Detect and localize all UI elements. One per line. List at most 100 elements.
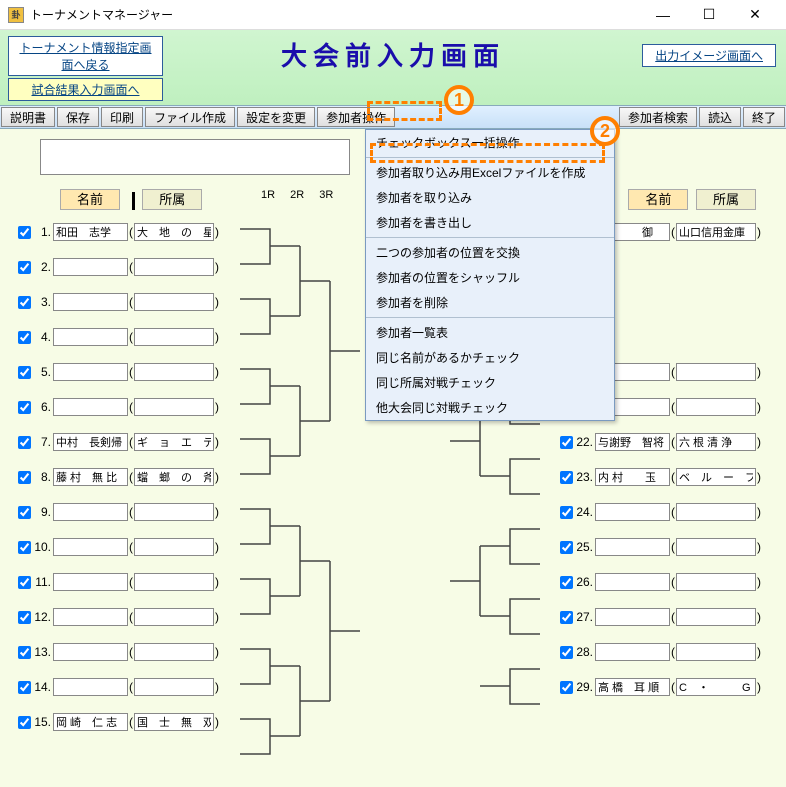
affiliation-input[interactable] bbox=[134, 678, 214, 696]
affiliation-input[interactable] bbox=[676, 678, 756, 696]
name-input[interactable] bbox=[595, 433, 670, 451]
entry-checkbox[interactable] bbox=[18, 576, 31, 589]
affiliation-input[interactable] bbox=[676, 608, 756, 626]
name-input[interactable] bbox=[595, 503, 670, 521]
top-left-textarea[interactable] bbox=[40, 139, 350, 175]
affiliation-input[interactable] bbox=[134, 223, 214, 241]
entry-checkbox[interactable] bbox=[18, 296, 31, 309]
name-input[interactable] bbox=[53, 293, 128, 311]
entry-checkbox[interactable] bbox=[18, 611, 31, 624]
entry-checkbox[interactable] bbox=[18, 716, 31, 729]
menu-duplicate-name-check[interactable]: 同じ名前があるかチェック bbox=[366, 345, 614, 370]
entry-checkbox[interactable] bbox=[560, 506, 573, 519]
affiliation-input[interactable] bbox=[676, 538, 756, 556]
name-input[interactable] bbox=[53, 713, 128, 731]
affiliation-input[interactable] bbox=[134, 643, 214, 661]
entry-checkbox[interactable] bbox=[18, 331, 31, 344]
exit-button[interactable]: 終了 bbox=[743, 107, 785, 127]
load-button[interactable]: 読込 bbox=[699, 107, 741, 127]
entry-checkbox[interactable] bbox=[18, 226, 31, 239]
entry-checkbox[interactable] bbox=[560, 541, 573, 554]
participant-ops-button[interactable]: 参加者操作 bbox=[317, 107, 395, 127]
affiliation-input[interactable] bbox=[676, 643, 756, 661]
back-to-info-button[interactable]: トーナメント情報指定画面へ戻る bbox=[8, 36, 163, 76]
close-button[interactable]: ✕ bbox=[732, 0, 778, 30]
entry-checkbox[interactable] bbox=[560, 681, 573, 694]
affiliation-input[interactable] bbox=[134, 713, 214, 731]
name-input[interactable] bbox=[53, 328, 128, 346]
name-input[interactable] bbox=[53, 643, 128, 661]
save-button[interactable]: 保存 bbox=[57, 107, 99, 127]
affiliation-input[interactable] bbox=[134, 608, 214, 626]
entry-checkbox[interactable] bbox=[560, 611, 573, 624]
affiliation-input[interactable] bbox=[134, 258, 214, 276]
minimize-button[interactable]: — bbox=[640, 0, 686, 30]
affiliation-input[interactable] bbox=[676, 363, 756, 381]
menu-make-excel[interactable]: 参加者取り込み用Excelファイルを作成 bbox=[366, 160, 614, 185]
participant-search-button[interactable]: 参加者検索 bbox=[619, 107, 697, 127]
entry-checkbox[interactable] bbox=[560, 471, 573, 484]
name-input[interactable] bbox=[53, 398, 128, 416]
entry-checkbox[interactable] bbox=[18, 506, 31, 519]
make-file-button[interactable]: ファイル作成 bbox=[145, 107, 235, 127]
affiliation-input[interactable] bbox=[134, 328, 214, 346]
menu-export[interactable]: 参加者を書き出し bbox=[366, 210, 614, 235]
name-input[interactable] bbox=[53, 503, 128, 521]
entry-row: 24.() bbox=[560, 501, 762, 523]
affiliation-input[interactable] bbox=[134, 398, 214, 416]
name-input[interactable] bbox=[595, 643, 670, 661]
affiliation-input[interactable] bbox=[676, 573, 756, 591]
name-input[interactable] bbox=[53, 538, 128, 556]
to-output-image-button[interactable]: 出力イメージ画面へ bbox=[642, 44, 776, 67]
entry-checkbox[interactable] bbox=[18, 681, 31, 694]
entry-checkbox[interactable] bbox=[560, 436, 573, 449]
name-input[interactable] bbox=[595, 678, 670, 696]
name-input[interactable] bbox=[595, 608, 670, 626]
affiliation-input[interactable] bbox=[676, 398, 756, 416]
entry-checkbox[interactable] bbox=[18, 366, 31, 379]
name-input[interactable] bbox=[595, 573, 670, 591]
menu-same-affiliation-check[interactable]: 同じ所属対戦チェック bbox=[366, 370, 614, 395]
entry-checkbox[interactable] bbox=[560, 576, 573, 589]
entry-checkbox[interactable] bbox=[18, 541, 31, 554]
name-input[interactable] bbox=[53, 573, 128, 591]
menu-checkbox-bulk[interactable]: チェックボックス一括操作 bbox=[366, 130, 614, 155]
menu-delete[interactable]: 参加者を削除 bbox=[366, 290, 614, 315]
name-input[interactable] bbox=[53, 433, 128, 451]
menu-list[interactable]: 参加者一覧表 bbox=[366, 320, 614, 345]
print-button[interactable]: 印刷 bbox=[101, 107, 143, 127]
name-input[interactable] bbox=[53, 363, 128, 381]
name-input[interactable] bbox=[53, 678, 128, 696]
entry-checkbox[interactable] bbox=[18, 646, 31, 659]
entry-checkbox[interactable] bbox=[18, 401, 31, 414]
entry-checkbox[interactable] bbox=[18, 471, 31, 484]
name-input[interactable] bbox=[53, 258, 128, 276]
name-input[interactable] bbox=[53, 468, 128, 486]
maximize-button[interactable]: ☐ bbox=[686, 0, 732, 30]
affiliation-input[interactable] bbox=[134, 538, 214, 556]
change-settings-button[interactable]: 設定を変更 bbox=[237, 107, 315, 127]
menu-shuffle[interactable]: 参加者の位置をシャッフル bbox=[366, 265, 614, 290]
manual-button[interactable]: 説明書 bbox=[1, 107, 55, 127]
menu-import[interactable]: 参加者を取り込み bbox=[366, 185, 614, 210]
menu-other-tournament-check[interactable]: 他大会同じ対戦チェック bbox=[366, 395, 614, 420]
affiliation-input[interactable] bbox=[676, 433, 756, 451]
affiliation-input[interactable] bbox=[676, 468, 756, 486]
menu-swap[interactable]: 二つの参加者の位置を交換 bbox=[366, 240, 614, 265]
name-input[interactable] bbox=[53, 223, 128, 241]
affiliation-input[interactable] bbox=[134, 293, 214, 311]
entry-checkbox[interactable] bbox=[18, 436, 31, 449]
affiliation-input[interactable] bbox=[134, 503, 214, 521]
affiliation-input[interactable] bbox=[134, 433, 214, 451]
affiliation-input[interactable] bbox=[134, 363, 214, 381]
to-result-input-button[interactable]: 試合結果入力画面へ bbox=[8, 78, 163, 101]
affiliation-input[interactable] bbox=[676, 223, 756, 241]
affiliation-input[interactable] bbox=[134, 573, 214, 591]
name-input[interactable] bbox=[53, 608, 128, 626]
name-input[interactable] bbox=[595, 468, 670, 486]
entry-checkbox[interactable] bbox=[18, 261, 31, 274]
affiliation-input[interactable] bbox=[676, 503, 756, 521]
entry-checkbox[interactable] bbox=[560, 646, 573, 659]
affiliation-input[interactable] bbox=[134, 468, 214, 486]
name-input[interactable] bbox=[595, 538, 670, 556]
